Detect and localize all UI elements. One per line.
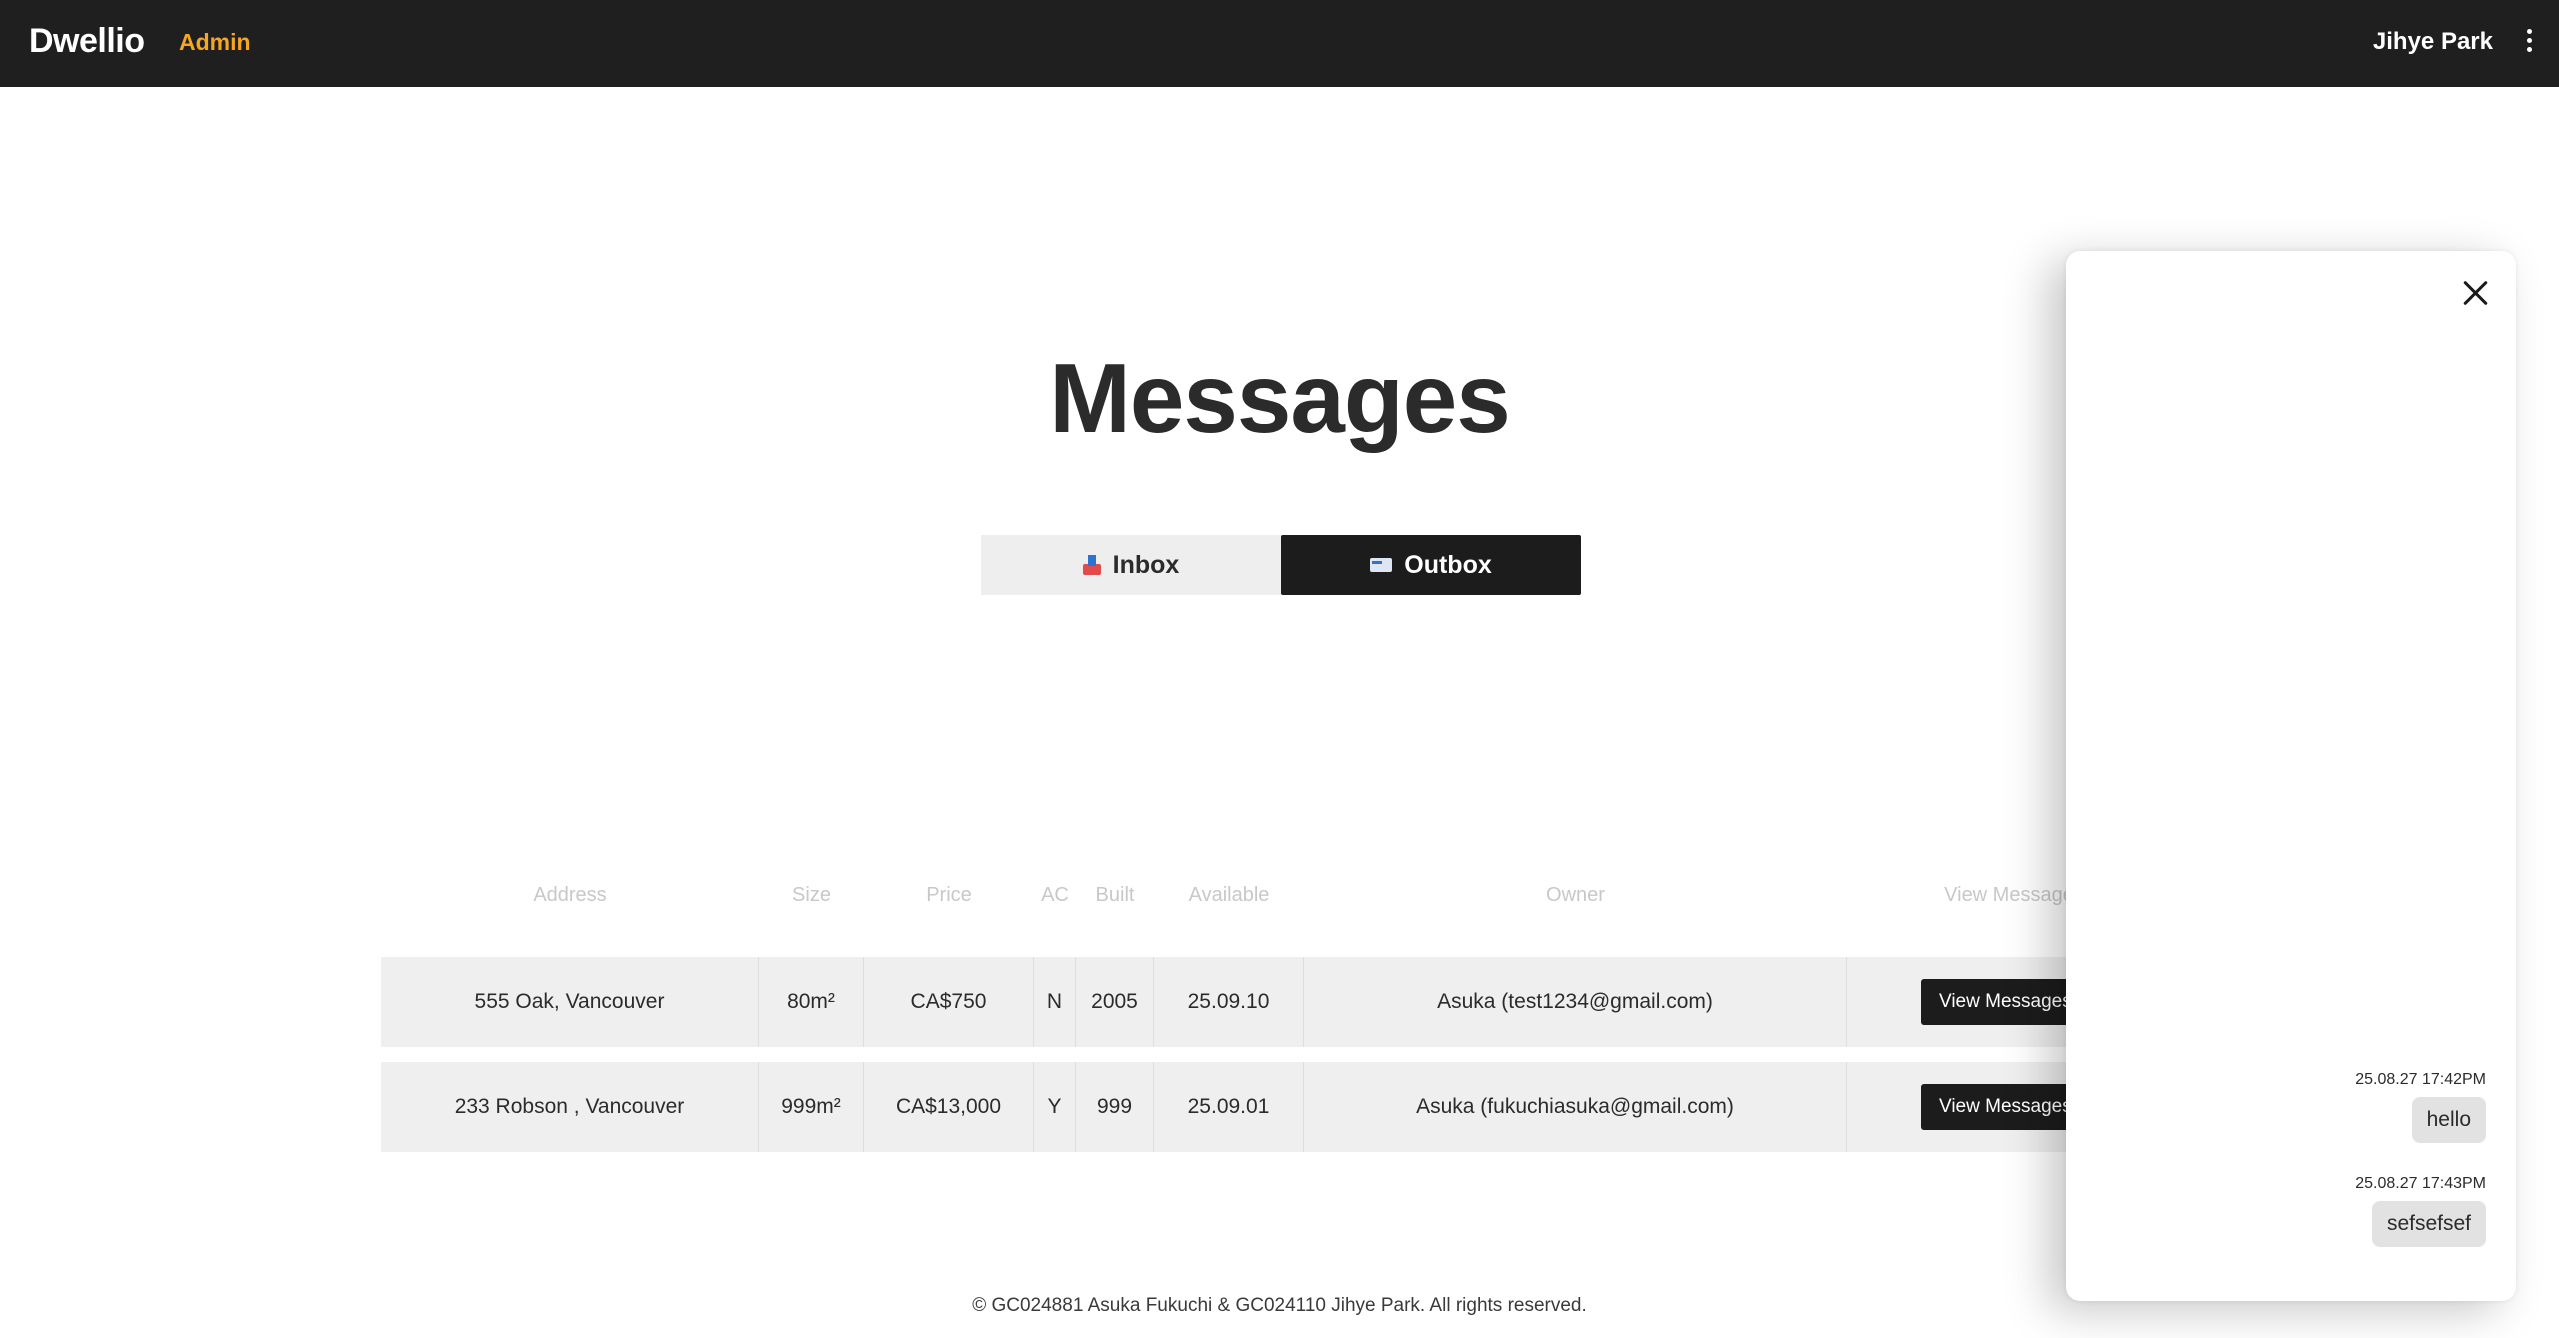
col-address: Address	[533, 884, 607, 906]
table-header: Address Size Price AC Built Available Ow…	[381, 870, 2181, 928]
outbox-envelope-icon	[1370, 558, 1393, 572]
chat-message: 25.08.27 17:42PM hello	[2355, 1071, 2486, 1143]
table-row: 555 Oak, Vancouver 80m² CA$750 N 2005 25…	[381, 957, 2181, 1047]
cell-address: 555 Oak, Vancouver	[381, 957, 759, 1047]
inbox-tray-icon	[1082, 555, 1101, 575]
listings-table: Address Size Price AC Built Available Ow…	[381, 870, 2181, 1152]
message-tabs: Inbox Outbox	[981, 535, 1581, 595]
cell-available: 25.09.01	[1154, 1062, 1304, 1152]
cell-ac: Y	[1034, 1062, 1076, 1152]
cell-price: CA$750	[864, 957, 1034, 1047]
tab-outbox[interactable]: Outbox	[1281, 535, 1581, 595]
admin-link[interactable]: Admin	[179, 29, 251, 56]
view-messages-button[interactable]: View Messages	[1921, 979, 2090, 1025]
col-size: Size	[792, 884, 831, 906]
chat-panel: 25.08.27 17:42PM hello 25.08.27 17:43PM …	[2066, 251, 2516, 1301]
col-owner: Owner	[1546, 884, 1605, 906]
message-bubble: hello	[2411, 1097, 2486, 1143]
cell-size: 80m²	[759, 957, 864, 1047]
col-available: Available	[1188, 884, 1270, 906]
chat-message: 25.08.27 17:43PM sefsefsef	[2355, 1175, 2486, 1247]
cell-owner: Asuka (fukuchiasuka@gmail.com)	[1304, 1062, 1847, 1152]
cell-ac: N	[1034, 957, 1076, 1047]
cell-owner: Asuka (test1234@gmail.com)	[1304, 957, 1847, 1047]
table-row: 233 Robson , Vancouver 999m² CA$13,000 Y…	[381, 1062, 2181, 1152]
kebab-menu-icon[interactable]	[2521, 29, 2537, 55]
tab-inbox-label: Inbox	[1112, 550, 1180, 579]
tab-inbox[interactable]: Inbox	[981, 535, 1281, 595]
message-timestamp: 25.08.27 17:43PM	[2355, 1175, 2486, 1192]
cell-built: 999	[1076, 1062, 1154, 1152]
cell-price: CA$13,000	[864, 1062, 1034, 1152]
cell-available: 25.09.10	[1154, 957, 1304, 1047]
message-timestamp: 25.08.27 17:42PM	[2355, 1071, 2486, 1088]
top-navbar: Dwellio Admin Jihye Park	[0, 0, 2559, 87]
cell-address: 233 Robson , Vancouver	[381, 1062, 759, 1152]
col-ac: AC	[1041, 884, 1069, 906]
view-messages-button[interactable]: View Messages	[1921, 1084, 2090, 1130]
cell-size: 999m²	[759, 1062, 864, 1152]
col-price: Price	[926, 884, 972, 906]
close-icon[interactable]	[2458, 275, 2494, 311]
tab-outbox-label: Outbox	[1404, 550, 1492, 579]
brand-logo[interactable]: Dwellio	[29, 22, 145, 61]
message-bubble: sefsefsef	[2371, 1201, 2486, 1247]
user-name[interactable]: Jihye Park	[2373, 28, 2493, 56]
cell-built: 2005	[1076, 957, 1154, 1047]
col-built: Built	[1095, 884, 1135, 906]
